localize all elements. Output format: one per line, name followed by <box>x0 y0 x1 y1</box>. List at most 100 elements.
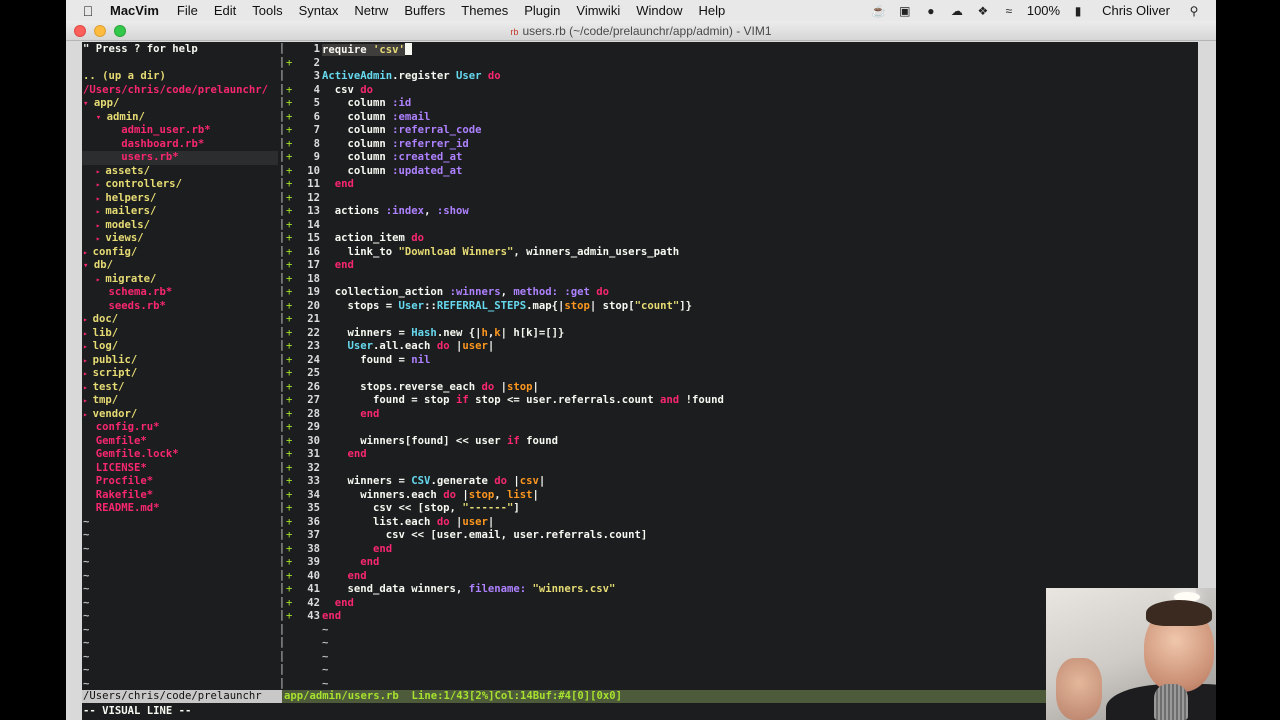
tree-entry[interactable]: Procfile* <box>82 475 278 489</box>
collapsed-arrow-icon[interactable]: ▸ <box>83 329 93 338</box>
code-line[interactable]: link_to "Download Winners", winners_admi… <box>322 246 1202 260</box>
code-line[interactable]: end <box>322 408 1202 422</box>
code-line[interactable]: stops = User::REFERRAL_STEPS.map{|stop| … <box>322 300 1202 314</box>
tree-entry-label[interactable]: seeds.rb* <box>109 300 166 312</box>
code-line[interactable] <box>322 192 1202 206</box>
menu-tools[interactable]: Tools <box>244 3 290 18</box>
alien-icon[interactable]: ● <box>923 4 939 18</box>
apple-icon[interactable]:  <box>66 3 110 19</box>
code-line[interactable]: csv << [stop, "------"] <box>322 502 1202 516</box>
code-line[interactable] <box>322 57 1202 71</box>
tree-entry-label[interactable]: config.ru* <box>96 421 160 433</box>
tree-entry[interactable]: ▸ doc/ <box>82 313 278 327</box>
tree-entry-label[interactable]: tmp/ <box>93 394 119 406</box>
collapsed-arrow-icon[interactable]: ▸ <box>83 342 93 351</box>
code-line[interactable]: winners = Hash.new {|h,k| h[k]=[]} <box>322 327 1202 341</box>
tree-entry-label[interactable]: assets/ <box>105 165 150 177</box>
code-line[interactable]: end <box>322 178 1202 192</box>
user-name[interactable]: Chris Oliver <box>1096 3 1176 18</box>
collapsed-arrow-icon[interactable]: ▸ <box>83 369 93 378</box>
code-line[interactable]: actions :index, :show <box>322 205 1202 219</box>
code-line[interactable]: winners = CSV.generate do |csv| <box>322 475 1202 489</box>
code-line[interactable]: end <box>322 570 1202 584</box>
tree-entry[interactable]: Rakefile* <box>82 489 278 503</box>
code-line[interactable]: require 'csv' <box>322 43 1202 57</box>
code-line[interactable] <box>322 462 1202 476</box>
tree-entry[interactable]: ▾ admin/ <box>82 111 278 125</box>
tree-entry-label[interactable]: Procfile* <box>96 475 153 487</box>
menu-edit[interactable]: Edit <box>206 3 244 18</box>
tree-entry[interactable]: Gemfile* <box>82 435 278 449</box>
tree-entry-label[interactable]: vendor/ <box>93 408 138 420</box>
tree-entry-label[interactable]: test/ <box>93 381 125 393</box>
tree-entry[interactable]: ▾ db/ <box>82 259 278 273</box>
tree-entry[interactable]: README.md* <box>82 502 278 516</box>
collapsed-arrow-icon[interactable]: ▸ <box>96 180 106 189</box>
tree-entry-label[interactable]: models/ <box>105 219 150 231</box>
collapsed-arrow-icon[interactable]: ▸ <box>96 234 106 243</box>
tree-entry-label[interactable]: helpers/ <box>105 192 156 204</box>
tree-entry[interactable]: ▸ assets/ <box>82 165 278 179</box>
wifi-icon[interactable]: ≈ <box>1001 4 1017 18</box>
menu-app-name[interactable]: MacVim <box>110 3 169 18</box>
expanded-arrow-icon[interactable]: ▾ <box>83 261 94 271</box>
collapsed-arrow-icon[interactable]: ▸ <box>96 275 106 284</box>
tree-entry-label[interactable]: mailers/ <box>105 205 156 217</box>
code-line[interactable]: column :referrer_id <box>322 138 1202 152</box>
menu-help[interactable]: Help <box>690 3 733 18</box>
tree-entry-label[interactable]: users.rb* <box>121 151 178 163</box>
expanded-arrow-icon[interactable]: ▾ <box>96 113 107 123</box>
tree-entry-label[interactable]: config/ <box>93 246 138 258</box>
tree-entry[interactable]: LICENSE* <box>82 462 278 476</box>
tree-entry-label[interactable]: public/ <box>93 354 138 366</box>
code-line[interactable]: csv << [user.email, user.referrals.count… <box>322 529 1202 543</box>
tree-entry-label[interactable]: README.md* <box>96 502 160 514</box>
menu-buffers[interactable]: Buffers <box>396 3 453 18</box>
tree-entry-label[interactable]: schema.rb* <box>109 286 173 298</box>
menu-syntax[interactable]: Syntax <box>291 3 347 18</box>
code-line[interactable]: found = nil <box>322 354 1202 368</box>
code-line[interactable]: User.all.each do |user| <box>322 340 1202 354</box>
code-line[interactable]: found = stop if stop <= user.referrals.c… <box>322 394 1202 408</box>
tree-entry-label[interactable]: script/ <box>93 367 138 379</box>
code-line[interactable]: column :email <box>322 111 1202 125</box>
menu-vimwiki[interactable]: Vimwiki <box>568 3 628 18</box>
tree-entry[interactable]: ▾ app/ <box>82 97 278 111</box>
tree-root-path[interactable]: /Users/chris/code/prelaunchr/ <box>82 84 278 98</box>
tree-entry[interactable]: ▸ migrate/ <box>82 273 278 287</box>
cloud-icon[interactable]: ☁ <box>949 4 965 18</box>
tree-entry-label[interactable]: LICENSE* <box>96 462 147 474</box>
tree-entry-label[interactable]: Rakefile* <box>96 489 153 501</box>
code-line[interactable] <box>322 219 1202 233</box>
code-line[interactable]: end <box>322 543 1202 557</box>
collapsed-arrow-icon[interactable]: ▸ <box>83 396 93 405</box>
tree-entry[interactable]: ▸ lib/ <box>82 327 278 341</box>
code-line[interactable]: column :referral_code <box>322 124 1202 138</box>
collapsed-arrow-icon[interactable]: ▸ <box>96 207 106 216</box>
tree-entry-label[interactable]: Gemfile.lock* <box>96 448 179 460</box>
tree-entry[interactable]: schema.rb* <box>82 286 278 300</box>
tree-entry-label[interactable]: admin/ <box>107 111 145 123</box>
tree-entry-label[interactable]: Gemfile* <box>96 435 147 447</box>
dropbox-icon[interactable]: ❖ <box>975 4 991 18</box>
tree-entry-label[interactable]: controllers/ <box>105 178 182 190</box>
code-line[interactable]: csv do <box>322 84 1202 98</box>
tree-entry[interactable]: config.ru* <box>82 421 278 435</box>
tree-entry[interactable]: ▸ models/ <box>82 219 278 233</box>
collapsed-arrow-icon[interactable]: ▸ <box>83 315 93 324</box>
expanded-arrow-icon[interactable]: ▾ <box>83 99 94 109</box>
tree-entry[interactable]: ▸ vendor/ <box>82 408 278 422</box>
code-line[interactable]: end <box>322 259 1202 273</box>
tree-entry[interactable]: ▸ helpers/ <box>82 192 278 206</box>
battery-percent[interactable]: 100% <box>1027 3 1060 18</box>
tree-entry[interactable]: ▸ log/ <box>82 340 278 354</box>
code-line[interactable]: column :created_at <box>322 151 1202 165</box>
code-line[interactable]: list.each do |user| <box>322 516 1202 530</box>
menu-plugin[interactable]: Plugin <box>516 3 568 18</box>
tree-entry-label[interactable]: db/ <box>94 259 113 271</box>
collapsed-arrow-icon[interactable]: ▸ <box>83 248 93 257</box>
code-line[interactable] <box>322 273 1202 287</box>
tree-entry-label[interactable]: app/ <box>94 97 120 109</box>
code-line[interactable] <box>322 421 1202 435</box>
code-line[interactable]: stops.reverse_each do |stop| <box>322 381 1202 395</box>
